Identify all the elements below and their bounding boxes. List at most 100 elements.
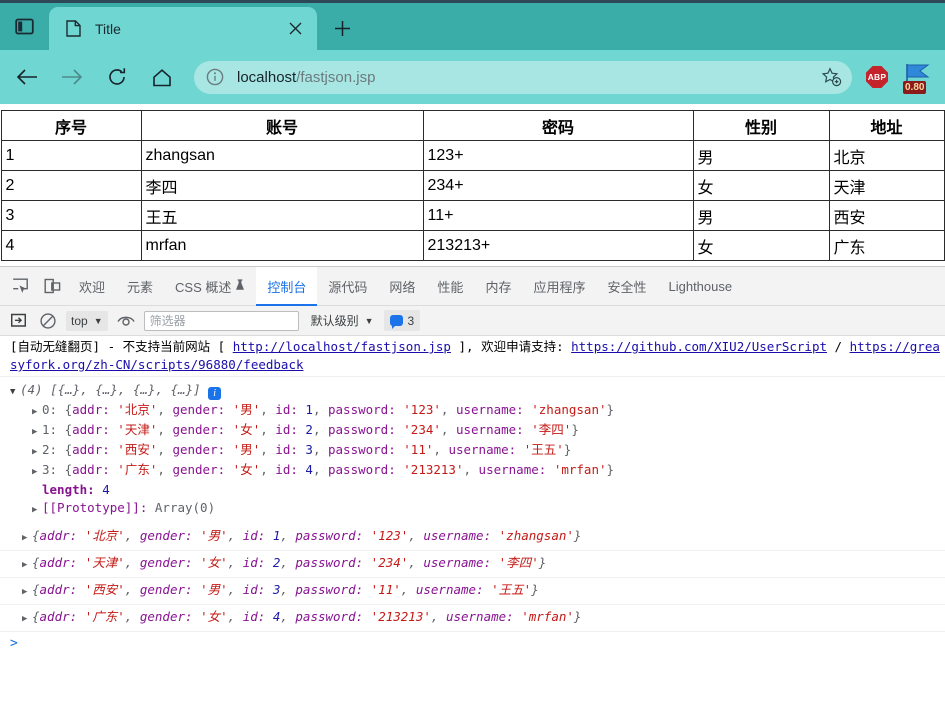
cell-password: 213213+ [422, 230, 694, 261]
cell-index: 1 [0, 140, 142, 171]
value-username: 'zhangsan' [498, 528, 574, 543]
value-username: '李四' [498, 555, 539, 570]
message-separator: / [827, 339, 850, 354]
array-entry-row[interactable]: ▶ 0: {addr: '北京', gender: '男', id: 1, pas… [10, 401, 945, 421]
key-password: password: [328, 402, 396, 417]
tab-label: 内存 [485, 279, 512, 295]
back-arrow-icon[interactable] [9, 59, 45, 95]
reload-icon[interactable] [99, 59, 135, 95]
cell-gender: 女 [692, 170, 830, 201]
info-icon[interactable]: i [208, 387, 222, 400]
tab-network[interactable]: 网络 [378, 267, 426, 306]
live-expression-icon[interactable] [114, 309, 138, 333]
filter-placeholder: 筛选器 [149, 314, 186, 328]
value-gender: '女' [232, 462, 261, 477]
console-object-row[interactable]: ▶ {addr: '西安', gender: '男', id: 3, passwo… [0, 578, 945, 605]
key-gender: gender: [172, 442, 226, 457]
device-toolbar-icon[interactable] [36, 270, 68, 302]
expand-caret-icon[interactable]: ▶ [22, 610, 32, 628]
value-username: 'mrfan' [521, 609, 574, 624]
console-object-row[interactable]: ▶ {addr: '天津', gender: '女', id: 2, passwo… [0, 551, 945, 578]
value-gender: '女' [200, 609, 228, 624]
clear-console-icon[interactable] [36, 309, 60, 333]
flask-icon [235, 278, 245, 294]
console-message-userscript: [自动无缝翻页] - 不支持当前网站 [ http://localhost/fa… [0, 336, 945, 377]
console-object-row[interactable]: ▶ {addr: '北京', gender: '男', id: 1, passwo… [0, 524, 945, 551]
value-username: '李四' [531, 422, 572, 437]
console-prompt[interactable]: > [0, 632, 945, 651]
array-entry-row[interactable]: ▶ 1: {addr: '天津', gender: '女', id: 2, pas… [10, 421, 945, 441]
expand-caret-icon[interactable]: ▶ [32, 423, 42, 441]
home-icon[interactable] [144, 59, 180, 95]
new-tab-button[interactable] [325, 11, 359, 45]
message-count-badge[interactable]: 3 [383, 310, 421, 331]
key-gender: gender: [139, 582, 193, 597]
browser-tab[interactable]: Title [49, 7, 317, 50]
abp-extension-button[interactable]: ABP [860, 60, 894, 94]
tab-label: CSS 概述 [175, 279, 232, 295]
array-entry-row[interactable]: ▶ 2: {addr: '西安', gender: '男', id: 3, pas… [10, 441, 945, 461]
score-extension-button[interactable]: 0.80 [902, 60, 936, 94]
users-table: 序号 账号 密码 性别 地址 1 zhangsan 123+ 男 北京 2 李四… [0, 110, 945, 261]
log-level-selector[interactable]: 默认级别 ▼ [311, 312, 374, 329]
console-output[interactable]: [自动无缝翻页] - 不支持当前网站 [ http://localhost/fa… [0, 336, 945, 705]
key-username: username: [455, 402, 524, 417]
key-username: username: [415, 582, 484, 597]
tab-sources[interactable]: 源代码 [317, 267, 378, 306]
key-id: id: [275, 442, 298, 457]
entry-index: 2: [42, 442, 58, 457]
cell-index: 3 [0, 200, 142, 231]
value-gender: '男' [200, 528, 228, 543]
expand-caret-icon[interactable]: ▶ [32, 443, 42, 461]
expand-caret-icon[interactable]: ▶ [32, 463, 42, 481]
key-addr: addr: [72, 442, 110, 457]
array-length-row: length: 4 [10, 481, 945, 499]
value-gender: '男' [232, 442, 261, 457]
expand-caret-icon[interactable]: ▼ [10, 383, 20, 401]
table-row: 2 李四 234+ 女 天津 [0, 170, 945, 201]
tab-console[interactable]: 控制台 [256, 266, 318, 306]
expand-caret-icon[interactable]: ▶ [22, 556, 32, 574]
forward-arrow-icon[interactable] [54, 59, 90, 95]
star-add-icon[interactable] [818, 64, 844, 90]
array-header-row[interactable]: ▼ (4) [{…}, {…}, {…}, {…}] i [10, 381, 945, 401]
browser-window: Title localhost/fastjson.jsp ABP 0.80 [0, 0, 945, 104]
value-addr: '广东' [117, 462, 158, 477]
value-addr: '天津' [117, 422, 158, 437]
tab-memory[interactable]: 内存 [474, 267, 522, 306]
level-value: 默认级别 [310, 314, 359, 328]
sidebar-toggle-icon[interactable] [0, 3, 49, 50]
array-entry-row[interactable]: ▶ 3: {addr: '广东', gender: '女', id: 4, pas… [10, 461, 945, 481]
context-selector[interactable]: top ▼ [66, 310, 108, 331]
tab-security[interactable]: 安全性 [596, 267, 657, 306]
expand-caret-icon[interactable]: ▶ [32, 501, 42, 519]
link-github[interactable]: https://github.com/XIU2/UserScript [571, 339, 827, 354]
info-circle-icon[interactable] [204, 66, 226, 88]
value-addr: '西安' [84, 582, 125, 597]
expand-caret-icon[interactable]: ▶ [22, 529, 32, 547]
console-sidebar-icon[interactable] [6, 309, 30, 333]
expand-caret-icon[interactable]: ▶ [22, 583, 32, 601]
tab-css-overview[interactable]: CSS 概述 [164, 267, 256, 306]
address-bar[interactable]: localhost/fastjson.jsp [194, 60, 852, 94]
key-gender: gender: [172, 402, 226, 417]
cell-address: 北京 [828, 140, 945, 171]
tab-elements[interactable]: 元素 [116, 267, 164, 306]
tab-welcome[interactable]: 欢迎 [68, 267, 116, 306]
key-gender: gender: [139, 528, 193, 543]
close-icon[interactable] [283, 17, 307, 41]
tab-lighthouse[interactable]: Lighthouse [657, 267, 743, 306]
console-object-row[interactable]: ▶ {addr: '广东', gender: '女', id: 4, passwo… [0, 605, 945, 632]
key-username: username: [423, 555, 492, 570]
inspect-element-icon[interactable] [4, 270, 36, 302]
tab-label: Lighthouse [668, 278, 733, 294]
tab-performance[interactable]: 性能 [426, 267, 474, 306]
link-fastjson[interactable]: http://localhost/fastjson.jsp [233, 339, 451, 354]
key-password: password: [295, 582, 364, 597]
console-filter-input[interactable]: 筛选器 [143, 310, 299, 331]
expand-caret-icon[interactable]: ▶ [32, 403, 42, 421]
key-addr: addr: [39, 609, 78, 624]
key-id: id: [242, 528, 266, 543]
array-prototype-row[interactable]: ▶ [[Prototype]]: Array(0) [10, 499, 945, 519]
tab-application[interactable]: 应用程序 [522, 267, 596, 306]
